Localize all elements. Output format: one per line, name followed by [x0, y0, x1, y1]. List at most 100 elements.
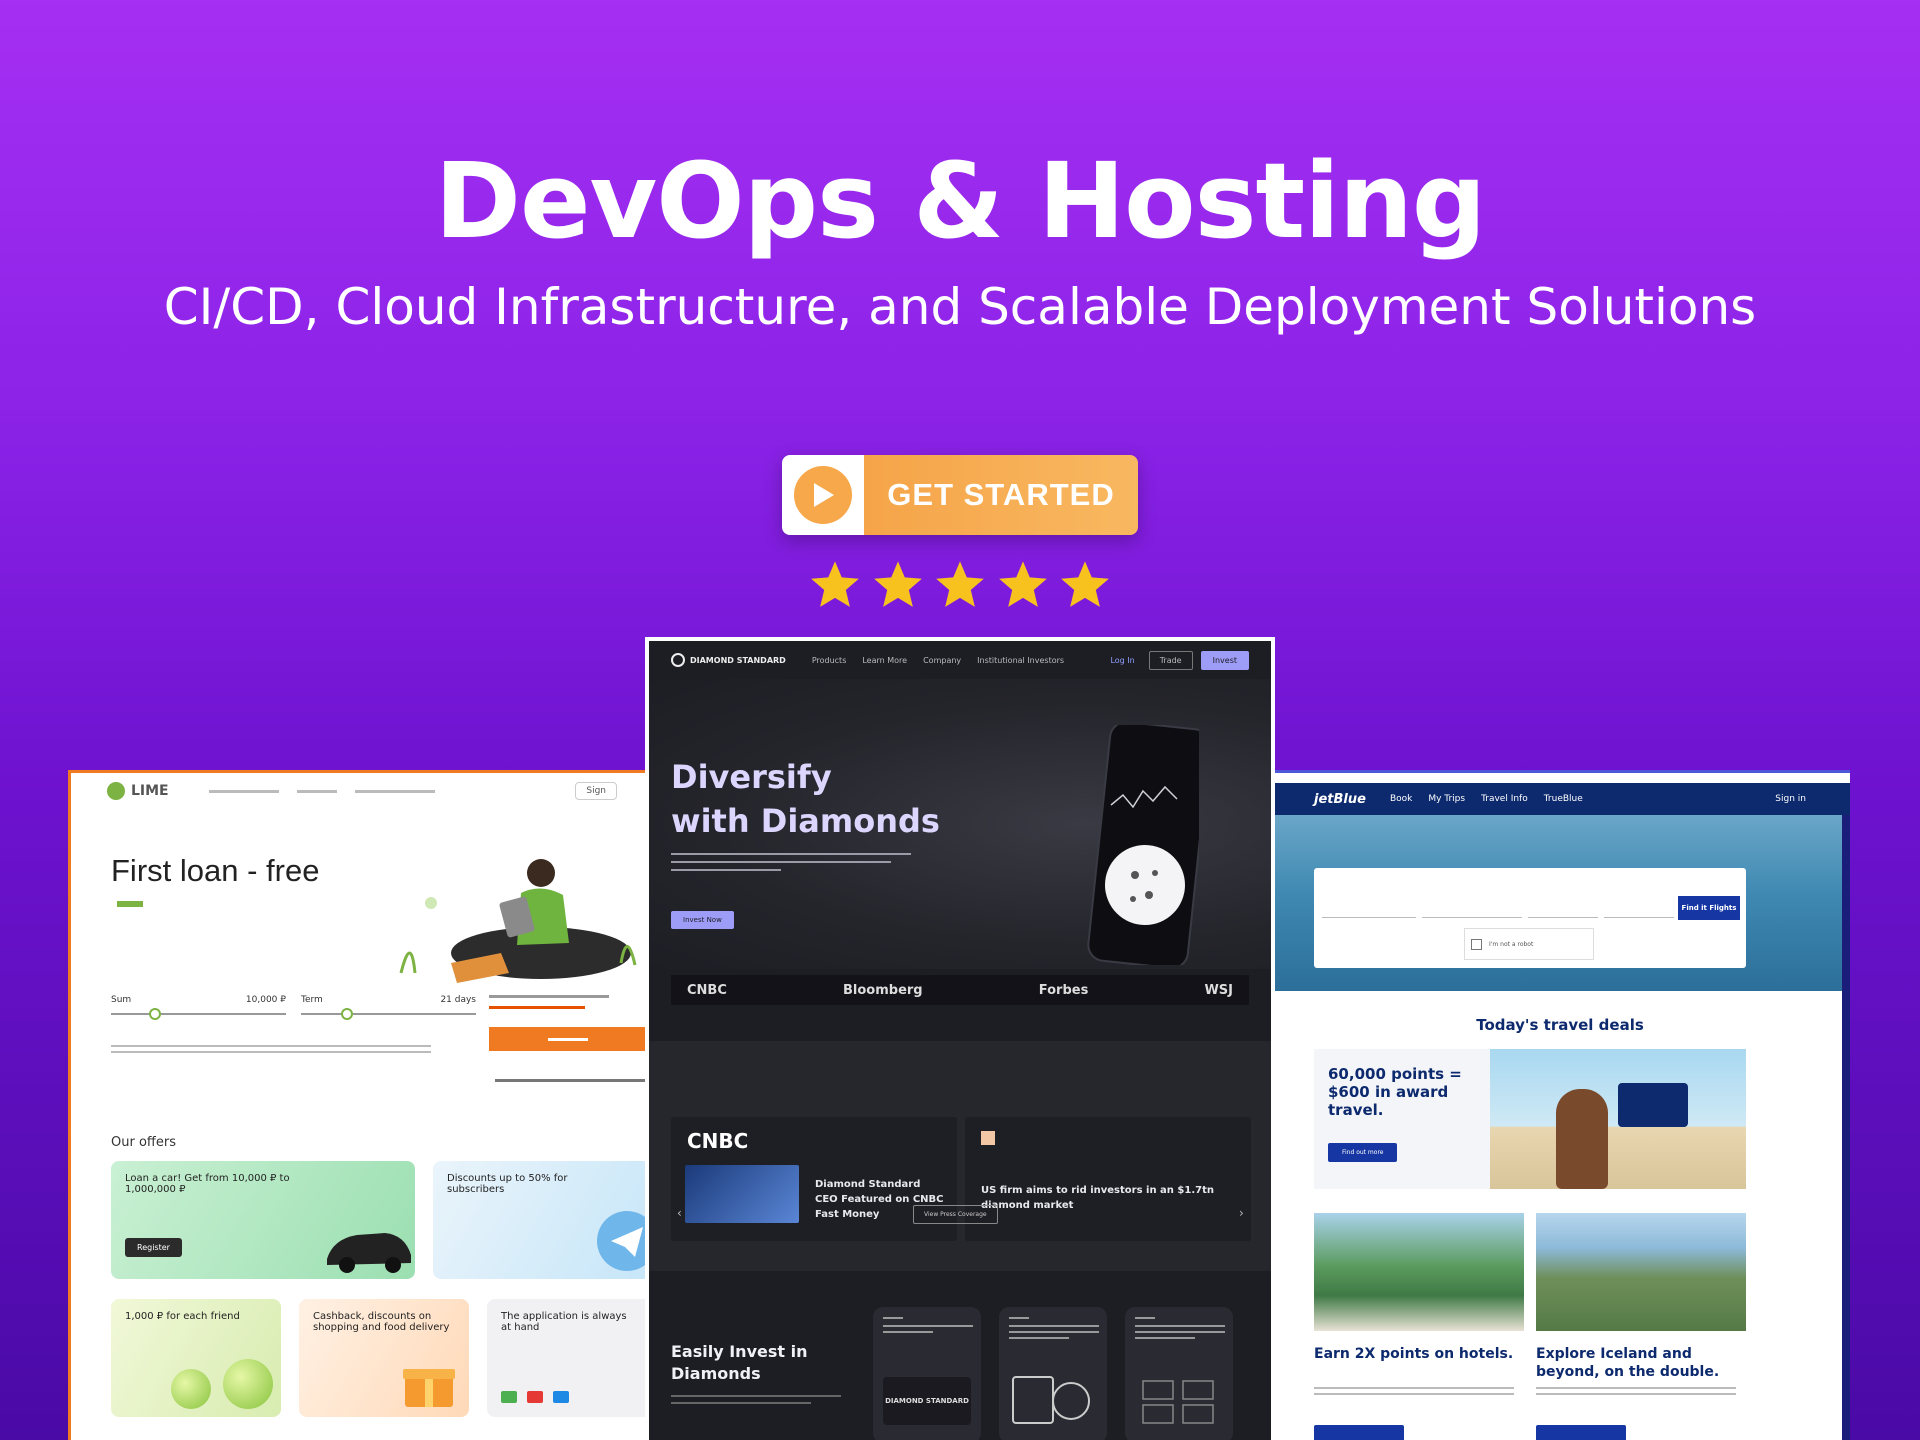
term-slider-knob[interactable] [341, 1008, 353, 1020]
travel-logo: jetBlue [1314, 791, 1366, 807]
loan-footnote [495, 1075, 645, 1084]
diamond-logo-icon [671, 653, 685, 667]
loan-sign-button[interactable]: Sign [575, 782, 617, 800]
diamond-invest-button[interactable]: Invest [1200, 650, 1249, 670]
loan-logo: LIME [107, 782, 169, 800]
diamond-hero-text [671, 847, 921, 877]
press-wsj: WSJ [1204, 982, 1233, 998]
hotel-cta-button[interactable] [1314, 1425, 1404, 1440]
travel-nav-trips[interactable]: My Trips [1428, 794, 1465, 804]
flight-search-box: Find it Flights I'm not a robot [1314, 868, 1746, 968]
travel-nav: jetBlue Book My Trips Travel Info TrueBl… [1270, 783, 1850, 815]
feature-grid-icon [1142, 1380, 1214, 1424]
reading-person-illustration-icon [399, 859, 637, 983]
news-video-thumbnail[interactable] [685, 1165, 799, 1223]
iceland-fine-print [1536, 1387, 1736, 1395]
travel-signin[interactable]: Sign in [1775, 794, 1806, 804]
diamond-trade-button[interactable]: Trade [1148, 650, 1193, 670]
amount-slider-knob[interactable] [149, 1008, 161, 1020]
depart-field[interactable] [1528, 896, 1598, 918]
carousel-prev-icon[interactable]: ‹ [677, 1206, 682, 1220]
diamond-coin-icon [1012, 1376, 1090, 1424]
term-slider[interactable]: Term 21 days [301, 995, 476, 1045]
view-press-button[interactable]: View Press Coverage [913, 1205, 998, 1224]
car-icon [327, 1233, 411, 1273]
to-field[interactable] [1422, 896, 1522, 918]
from-field[interactable] [1322, 896, 1416, 918]
page-title: DevOps & Hosting [434, 140, 1487, 262]
star-icon [1061, 561, 1109, 607]
iceland-title: Explore Iceland and beyond, on the doubl… [1536, 1346, 1720, 1380]
find-out-more-button[interactable]: Find out more [1328, 1143, 1398, 1162]
press-cnbc: CNBC [687, 982, 727, 998]
diamond-logo: DIAMOND STANDARD [671, 653, 786, 667]
register-button[interactable]: Register [125, 1238, 182, 1257]
nav-placeholder [296, 789, 337, 793]
deals-heading: Today's travel deals [1476, 1016, 1644, 1034]
checkbox-icon[interactable] [1471, 939, 1482, 950]
offer-card-friend[interactable]: 1,000 ₽ for each friend [111, 1299, 281, 1417]
diamond-nav: DIAMOND STANDARD Products Learn More Com… [649, 641, 1271, 679]
iceland-cta-button[interactable] [1536, 1425, 1626, 1440]
travel-site-screenshot: jetBlue Book My Trips Travel Info TrueBl… [1270, 770, 1850, 1440]
coin-icon [223, 1359, 273, 1409]
feature-card-1[interactable]: DIAMOND STANDARD [873, 1307, 981, 1440]
hotel-fine-print [1314, 1387, 1514, 1395]
travel-nav-info[interactable]: Travel Info [1481, 794, 1528, 804]
right-edge-bar [1842, 815, 1850, 1440]
captcha-checkbox[interactable]: I'm not a robot [1464, 928, 1594, 960]
play-icon [794, 466, 852, 524]
loan-summary [489, 995, 609, 1009]
easily-invest-heading: Easily Invest in Diamonds [671, 1342, 808, 1383]
star-icon [936, 561, 984, 607]
loan-nav: LIME Sign [71, 773, 650, 809]
find-flights-button[interactable]: Find it Flights [1678, 896, 1740, 920]
ft-logo-icon [981, 1131, 995, 1147]
amount-slider[interactable]: Sum 10,000 ₽ [111, 995, 286, 1045]
offer-card-app[interactable]: The application is always at hand [487, 1299, 650, 1417]
offer-card-cashback[interactable]: Cashback, discounts on shopping and food… [299, 1299, 469, 1417]
diamond-login[interactable]: Log In [1110, 656, 1134, 665]
offer-card-subscribers[interactable]: Discounts up to 50% for subscribers [433, 1161, 650, 1279]
press-logos-bar: CNBC Bloomberg Forbes WSJ [671, 975, 1249, 1005]
woman-beach-photo [1490, 1049, 1746, 1189]
hotel-points-title: Earn 2X points on hotels. [1314, 1346, 1514, 1362]
offers-heading: Our offers [111, 1135, 176, 1150]
nav-placeholder [208, 789, 279, 793]
get-started-button[interactable]: GET STARTED [782, 455, 1138, 535]
telegram-icon [597, 1211, 650, 1271]
carousel-next-icon[interactable]: › [1239, 1206, 1244, 1220]
diamond-hero-title: Diversify with Diamonds [671, 758, 940, 840]
feature-card-2[interactable] [999, 1307, 1107, 1440]
invest-now-button[interactable]: Invest Now [671, 911, 734, 929]
press-forbes: Forbes [1038, 982, 1089, 998]
app-store-icon [527, 1391, 543, 1403]
loan-site-screenshot: LIME Sign First loan - free Sum 10,000 ₽ … [68, 770, 650, 1440]
feature-card-3[interactable] [1125, 1307, 1233, 1440]
star-icon [873, 561, 922, 607]
coin-icon [171, 1369, 211, 1409]
loan-fine-print [111, 1045, 431, 1053]
person-figure [1556, 1089, 1608, 1189]
gift-icon [403, 1369, 455, 1407]
diamond-nav-products[interactable]: Products [812, 656, 847, 665]
diamond-nav-company[interactable]: Company [923, 656, 961, 665]
star-icon [998, 561, 1047, 607]
travel-nav-book[interactable]: Book [1390, 794, 1412, 804]
diamond-nav-learn[interactable]: Learn More [862, 656, 907, 665]
diamond-nav-institutional[interactable]: Institutional Investors [977, 656, 1064, 665]
app-gallery-icon [553, 1391, 569, 1403]
points-promo-card[interactable]: 60,000 points = $600 in award travel. Fi… [1314, 1049, 1746, 1189]
offer-card-car[interactable]: Loan a car! Get from 10,000 ₽ to 1,000,0… [111, 1161, 415, 1279]
return-field[interactable] [1604, 896, 1674, 918]
get-loan-button[interactable] [489, 1027, 647, 1051]
diamond-standard-badge: DIAMOND STANDARD [883, 1377, 971, 1425]
easily-invest-text [671, 1395, 841, 1404]
credit-card-icon [1618, 1083, 1688, 1127]
get-started-label: GET STARTED [864, 455, 1138, 535]
phone-icon [1087, 725, 1199, 965]
hotel-resort-photo[interactable] [1314, 1213, 1524, 1331]
news-card-ft[interactable]: US firm aims to rid investors in an $1.7… [965, 1117, 1251, 1241]
travel-nav-trueblue[interactable]: TrueBlue [1544, 794, 1583, 804]
iceland-town-photo[interactable] [1536, 1213, 1746, 1331]
